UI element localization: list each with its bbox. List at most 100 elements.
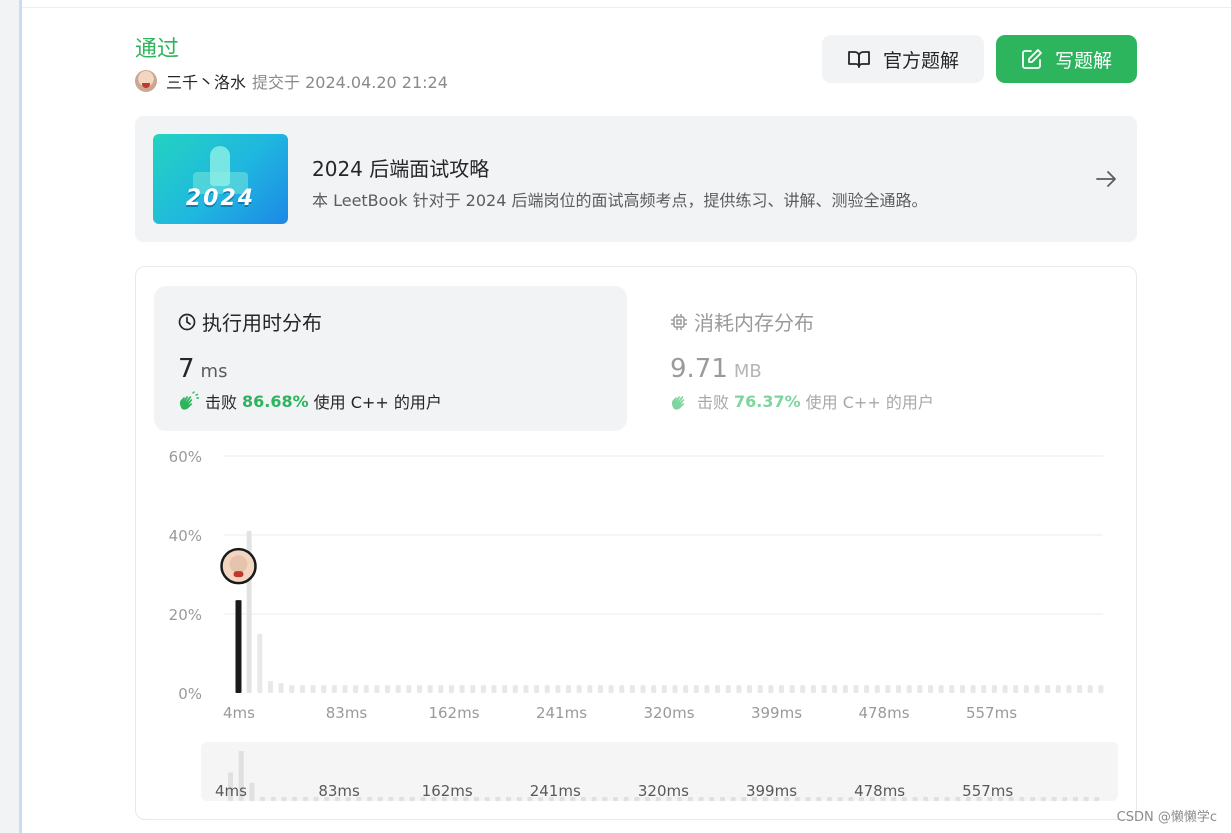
chart-bar <box>597 685 603 693</box>
chart-bar <box>1034 685 1040 693</box>
overview-bar <box>506 797 512 801</box>
overview-bar <box>944 797 950 801</box>
chart-bar <box>640 685 646 693</box>
overview-bar <box>602 797 608 801</box>
leetbook-card[interactable]: 2024 2024 后端面试攻略 本 LeetBook 针对于 2024 后端岗… <box>135 116 1137 242</box>
chart-bar <box>693 685 699 693</box>
chart-bar <box>810 685 816 693</box>
chart-bar <box>459 685 465 693</box>
book-open-icon <box>848 51 870 68</box>
chart-bar <box>555 685 561 693</box>
chart-bar <box>906 685 912 693</box>
chart-bar <box>747 685 753 693</box>
chart-bar <box>661 685 667 693</box>
overview-bar <box>591 797 597 801</box>
chart-bar <box>1098 685 1104 693</box>
official-solution-button[interactable]: 官方题解 <box>822 35 984 83</box>
user-marker-face <box>229 555 248 574</box>
overview-bar <box>837 797 843 801</box>
chart-bar <box>363 685 369 693</box>
overview-bar <box>1019 797 1025 801</box>
chart-bar <box>842 685 848 693</box>
overview-bar <box>805 797 811 801</box>
chart-bar <box>1077 685 1083 693</box>
chart-bar <box>374 685 380 693</box>
overview-bar <box>623 797 629 801</box>
chart-bar <box>1023 685 1029 693</box>
chart-bar <box>757 685 763 693</box>
y-tick-label: 0% <box>178 685 202 703</box>
overview-bar <box>1040 797 1046 801</box>
user-marker-mouth <box>233 571 244 578</box>
chart-bar <box>917 685 923 693</box>
chart-bar <box>864 685 870 693</box>
overview-x-tick-label: 4ms <box>215 782 247 800</box>
chart-bar <box>278 683 284 693</box>
chart-bar <box>959 685 965 693</box>
overview-bar <box>955 797 961 801</box>
overview-bar <box>281 797 287 801</box>
chart-bar <box>1013 685 1019 693</box>
chart-bar <box>672 685 678 693</box>
x-tick-label: 399ms <box>751 704 802 722</box>
top-divider <box>22 7 1231 8</box>
overview-x-tick-label: 320ms <box>638 782 689 800</box>
chart-bar <box>512 685 518 693</box>
overview-bar <box>495 797 501 801</box>
chart-bar <box>502 685 508 693</box>
chart-bar <box>342 685 348 693</box>
y-tick-label: 60% <box>169 448 202 466</box>
chart-bar <box>629 685 635 693</box>
overview-bar <box>302 797 308 801</box>
chart-bar <box>619 685 625 693</box>
overview-bar <box>292 797 298 801</box>
overview-bar <box>484 797 490 801</box>
chart-bar <box>704 685 710 693</box>
y-tick-label: 40% <box>169 527 202 545</box>
chart-bar <box>544 685 550 693</box>
chart-bar <box>321 685 327 693</box>
overview-bar <box>270 797 276 801</box>
chart-bar <box>470 685 476 693</box>
overview-bar <box>912 797 918 801</box>
chart-bar <box>289 685 295 693</box>
chart-bar <box>725 685 731 693</box>
chart-bar <box>715 685 721 693</box>
x-tick-label: 83ms <box>326 704 368 722</box>
chart-bar <box>353 685 359 693</box>
chart-bar <box>885 685 891 693</box>
chart-bar <box>310 685 316 693</box>
chart-bar <box>576 685 582 693</box>
submit-time: 提交于 2024.04.20 21:24 <box>252 73 448 92</box>
chart-bar <box>832 685 838 693</box>
arrow-right-icon[interactable] <box>1094 167 1118 191</box>
chart-bar <box>406 685 412 693</box>
chart-bar <box>928 685 934 693</box>
chart-bar <box>534 685 540 693</box>
highlight-bar <box>235 600 242 693</box>
chart-bar <box>896 685 902 693</box>
leetbook-description: 本 LeetBook 针对于 2024 后端岗位的面试高频考点，提供练习、讲解、… <box>312 191 928 210</box>
avatar[interactable] <box>135 70 157 92</box>
chart-bar <box>1055 685 1061 693</box>
overview-x-tick-label: 557ms <box>962 782 1013 800</box>
overview-bar <box>730 797 736 801</box>
chart-bar <box>970 685 976 693</box>
chart-bar <box>991 685 997 693</box>
official-solution-label: 官方题解 <box>882 49 959 72</box>
overview-bar <box>388 797 394 801</box>
overview-bar <box>698 797 704 801</box>
overview-bar <box>249 782 255 801</box>
runtime-distribution-chart[interactable]: 0% 20% 40% 60% 4ms 83ms 162ms 241ms 320ms 399ms 47… <box>136 267 1136 819</box>
overview-bar <box>473 797 479 801</box>
overview-x-tick-label: 399ms <box>746 782 797 800</box>
username[interactable]: 三千丶洛水 <box>166 69 246 93</box>
write-solution-button[interactable]: 写题解 <box>996 35 1137 83</box>
overview-bar <box>1062 797 1068 801</box>
overview-bar <box>1072 797 1078 801</box>
overview-bar <box>923 797 929 801</box>
x-tick-label: 320ms <box>643 704 694 722</box>
chart-bar <box>427 685 433 693</box>
chart-bar <box>491 685 497 693</box>
leetbook-cover: 2024 <box>153 134 288 224</box>
